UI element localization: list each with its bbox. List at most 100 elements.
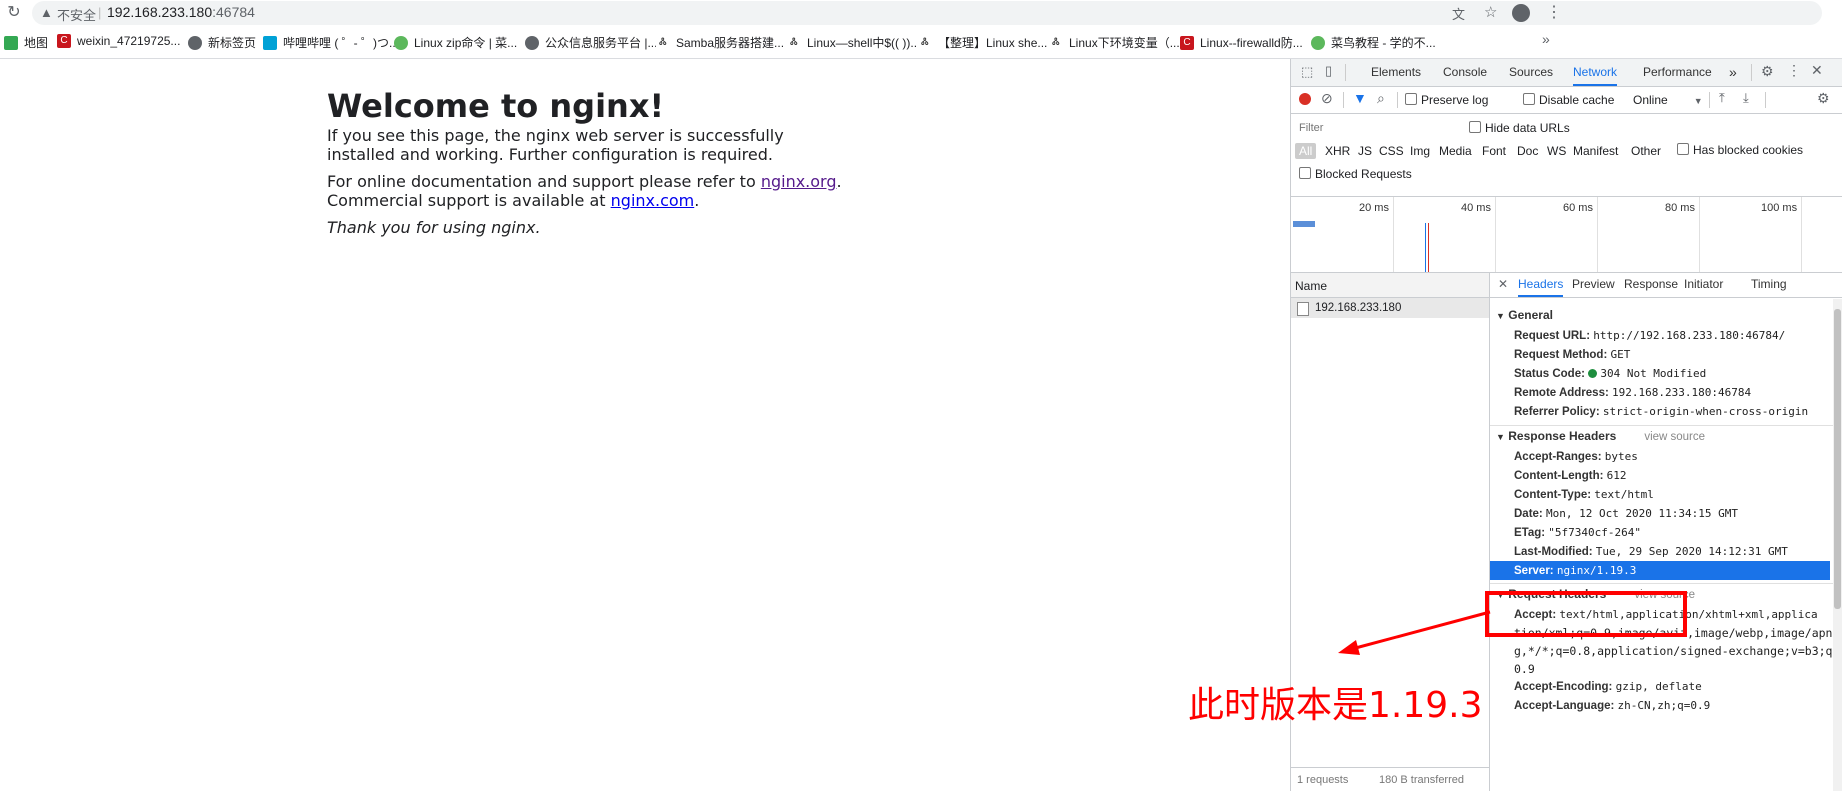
intro-paragraph: If you see this page, the nginx web serv…	[327, 126, 784, 164]
tab-headers[interactable]: Headers	[1518, 273, 1564, 297]
type-filter-font[interactable]: Font	[1482, 144, 1506, 158]
has-blocked-cookies-label: Has blocked cookies	[1693, 143, 1804, 157]
tab-response[interactable]: Response	[1624, 273, 1678, 299]
response-headers-section-header[interactable]: ▼ Response Headers view source	[1496, 429, 1705, 443]
bookmark-label: Linux下环境变量（...	[1069, 36, 1180, 50]
bookmark-label: 【整理】Linux she...	[938, 36, 1048, 50]
kebab-menu-icon[interactable]: ⋮	[1787, 62, 1801, 79]
tab-timing[interactable]: Timing	[1751, 273, 1787, 299]
timeline-label: 60 ms	[1563, 202, 1593, 214]
type-filter-js[interactable]: JS	[1358, 144, 1372, 158]
more-tabs-icon[interactable]: »	[1729, 59, 1737, 85]
device-toolbar-icon[interactable]: ▯	[1325, 63, 1332, 79]
scrollbar-track[interactable]	[1833, 299, 1842, 791]
bookmarks-overflow-icon[interactable]: »	[1542, 31, 1550, 47]
type-filter-img[interactable]: Img	[1410, 144, 1430, 158]
reload-icon[interactable]: ↻	[4, 3, 24, 23]
close-devtools-icon[interactable]: ✕	[1811, 62, 1823, 79]
type-filter-css[interactable]: CSS	[1379, 144, 1404, 158]
bookmark-item[interactable]: Ꮬ Linux—shell中$(( ))...	[787, 34, 920, 51]
throttle-value: Online	[1633, 93, 1668, 107]
tab-preview[interactable]: Preview	[1572, 273, 1615, 299]
filter-funnel-icon[interactable]: ▼	[1353, 90, 1367, 106]
type-filter-other[interactable]: Other	[1631, 144, 1661, 158]
url-text[interactable]: 192.168.233.180:46784	[107, 4, 255, 20]
close-detail-icon[interactable]: ✕	[1498, 277, 1508, 291]
tab-console[interactable]: Console	[1443, 59, 1487, 85]
bookmark-label: 哔哩哔哩 ( ゜- ゜)つ...	[283, 36, 399, 50]
runoob-icon	[1311, 35, 1325, 50]
selected-header-row[interactable]: Server: nginx/1.19.3	[1490, 561, 1830, 580]
preserve-log-checkbox[interactable]: Preserve log	[1405, 93, 1488, 107]
blocked-requests-checkbox[interactable]: Blocked Requests	[1299, 167, 1412, 181]
detail-tabbar: ✕ Headers Preview Response Initiator Tim…	[1490, 273, 1842, 298]
tab-sources[interactable]: Sources	[1509, 59, 1553, 85]
type-filter-ws[interactable]: WS	[1547, 144, 1566, 158]
filter-input[interactable]	[1297, 119, 1451, 137]
request-count: 1 requests	[1297, 774, 1349, 786]
bookmark-item[interactable]: Cweixin_47219725...	[57, 34, 180, 48]
disable-cache-checkbox[interactable]: Disable cache	[1523, 93, 1614, 107]
star-icon[interactable]: ☆	[1484, 3, 1497, 21]
document-icon	[1297, 302, 1309, 316]
type-filter-all[interactable]: All	[1295, 143, 1317, 159]
divider	[1490, 425, 1842, 426]
bookmark-item[interactable]: 哔哩哔哩 ( ゜- ゜)つ...	[263, 34, 399, 51]
devtools-tabbar: ⬚ ▯ Elements Console Sources Network Per…	[1291, 59, 1842, 87]
header-row: Accept-Ranges: bytes	[1514, 450, 1638, 463]
bookmark-item[interactable]: 菜鸟教程 - 学的不...	[1311, 34, 1436, 51]
nginx-org-link[interactable]: nginx.org	[761, 172, 837, 191]
header-row: Accept-Language: zh-CN,zh;q=0.9	[1514, 699, 1711, 712]
type-filter-xhr[interactable]: XHR	[1325, 144, 1350, 158]
hide-data-urls-checkbox[interactable]: Hide data URLs	[1469, 121, 1570, 135]
bookmark-item[interactable]: 公众信息服务平台 |...	[525, 34, 657, 51]
url-divider: |	[98, 5, 102, 20]
bookmark-item[interactable]: Linux zip命令 | 菜...	[394, 34, 517, 51]
bookmark-item[interactable]: Ꮬ Samba服务器搭建...	[656, 34, 784, 51]
request-row[interactable]: 192.168.233.180	[1291, 298, 1489, 318]
search-icon[interactable]: ⌕	[1377, 90, 1385, 107]
header-row: Accept-Encoding: gzip, deflate	[1514, 680, 1702, 693]
tab-elements[interactable]: Elements	[1371, 59, 1421, 85]
type-filter-doc[interactable]: Doc	[1517, 144, 1538, 158]
bookmark-label: Samba服务器搭建...	[676, 36, 785, 50]
bookmark-item[interactable]: C Linux--firewalld防...	[1180, 34, 1303, 51]
profile-avatar-icon[interactable]	[1512, 4, 1530, 22]
type-filter-media[interactable]: Media	[1439, 144, 1472, 158]
support-punct: .	[694, 191, 700, 210]
tab-initiator[interactable]: Initiator	[1684, 273, 1723, 299]
page-content: Welcome to nginx! If you see this page, …	[0, 59, 1290, 791]
settings-gear-icon[interactable]: ⚙	[1761, 63, 1774, 80]
has-blocked-cookies-checkbox[interactable]: Has blocked cookies	[1677, 143, 1803, 157]
bilibili-icon	[263, 35, 277, 50]
network-settings-gear-icon[interactable]: ⚙	[1817, 90, 1830, 107]
timeline-overview[interactable]: 20 ms 40 ms 60 ms 80 ms 100 ms	[1291, 197, 1842, 273]
type-filter-manifest[interactable]: Manifest	[1573, 144, 1618, 158]
export-har-icon[interactable]: ⤓	[1743, 90, 1749, 106]
view-source-link[interactable]: view source	[1644, 431, 1705, 443]
kebab-menu-icon[interactable]: ⋮	[1546, 2, 1562, 22]
nginx-com-link[interactable]: nginx.com	[611, 191, 695, 210]
jianshu-icon: Ꮬ	[656, 35, 670, 50]
bookmark-item[interactable]: Ꮬ 【整理】Linux she...	[918, 34, 1047, 51]
throttle-select[interactable]: Online ▼	[1633, 93, 1703, 107]
record-icon[interactable]	[1299, 93, 1311, 105]
general-section-header[interactable]: ▼ General	[1496, 308, 1553, 322]
bookmark-item[interactable]: 地图	[4, 34, 48, 51]
translate-icon[interactable]: 文	[1452, 4, 1465, 23]
request-list-header[interactable]: Name	[1291, 273, 1489, 298]
hide-data-urls-label: Hide data URLs	[1485, 121, 1570, 135]
inspect-element-icon[interactable]: ⬚	[1301, 64, 1313, 80]
scrollbar-thumb[interactable]	[1834, 309, 1841, 609]
bookmark-item[interactable]: Ꮬ Linux下环境变量（...	[1049, 34, 1180, 51]
clear-icon[interactable]: ⊘	[1321, 90, 1333, 107]
jianshu-icon: Ꮬ	[1049, 35, 1063, 50]
bookmark-item[interactable]: 新标签页	[188, 34, 256, 51]
status-bar: 1 requests 180 B transferred	[1291, 767, 1489, 792]
transferred-size: 180 B transferred	[1379, 774, 1464, 786]
security-label[interactable]: 不安全	[57, 5, 96, 24]
tab-performance[interactable]: Performance	[1643, 59, 1712, 85]
tab-network[interactable]: Network	[1573, 59, 1618, 86]
warning-icon[interactable]: ▲	[40, 5, 53, 20]
import-har-icon[interactable]: ⤒	[1719, 90, 1725, 106]
